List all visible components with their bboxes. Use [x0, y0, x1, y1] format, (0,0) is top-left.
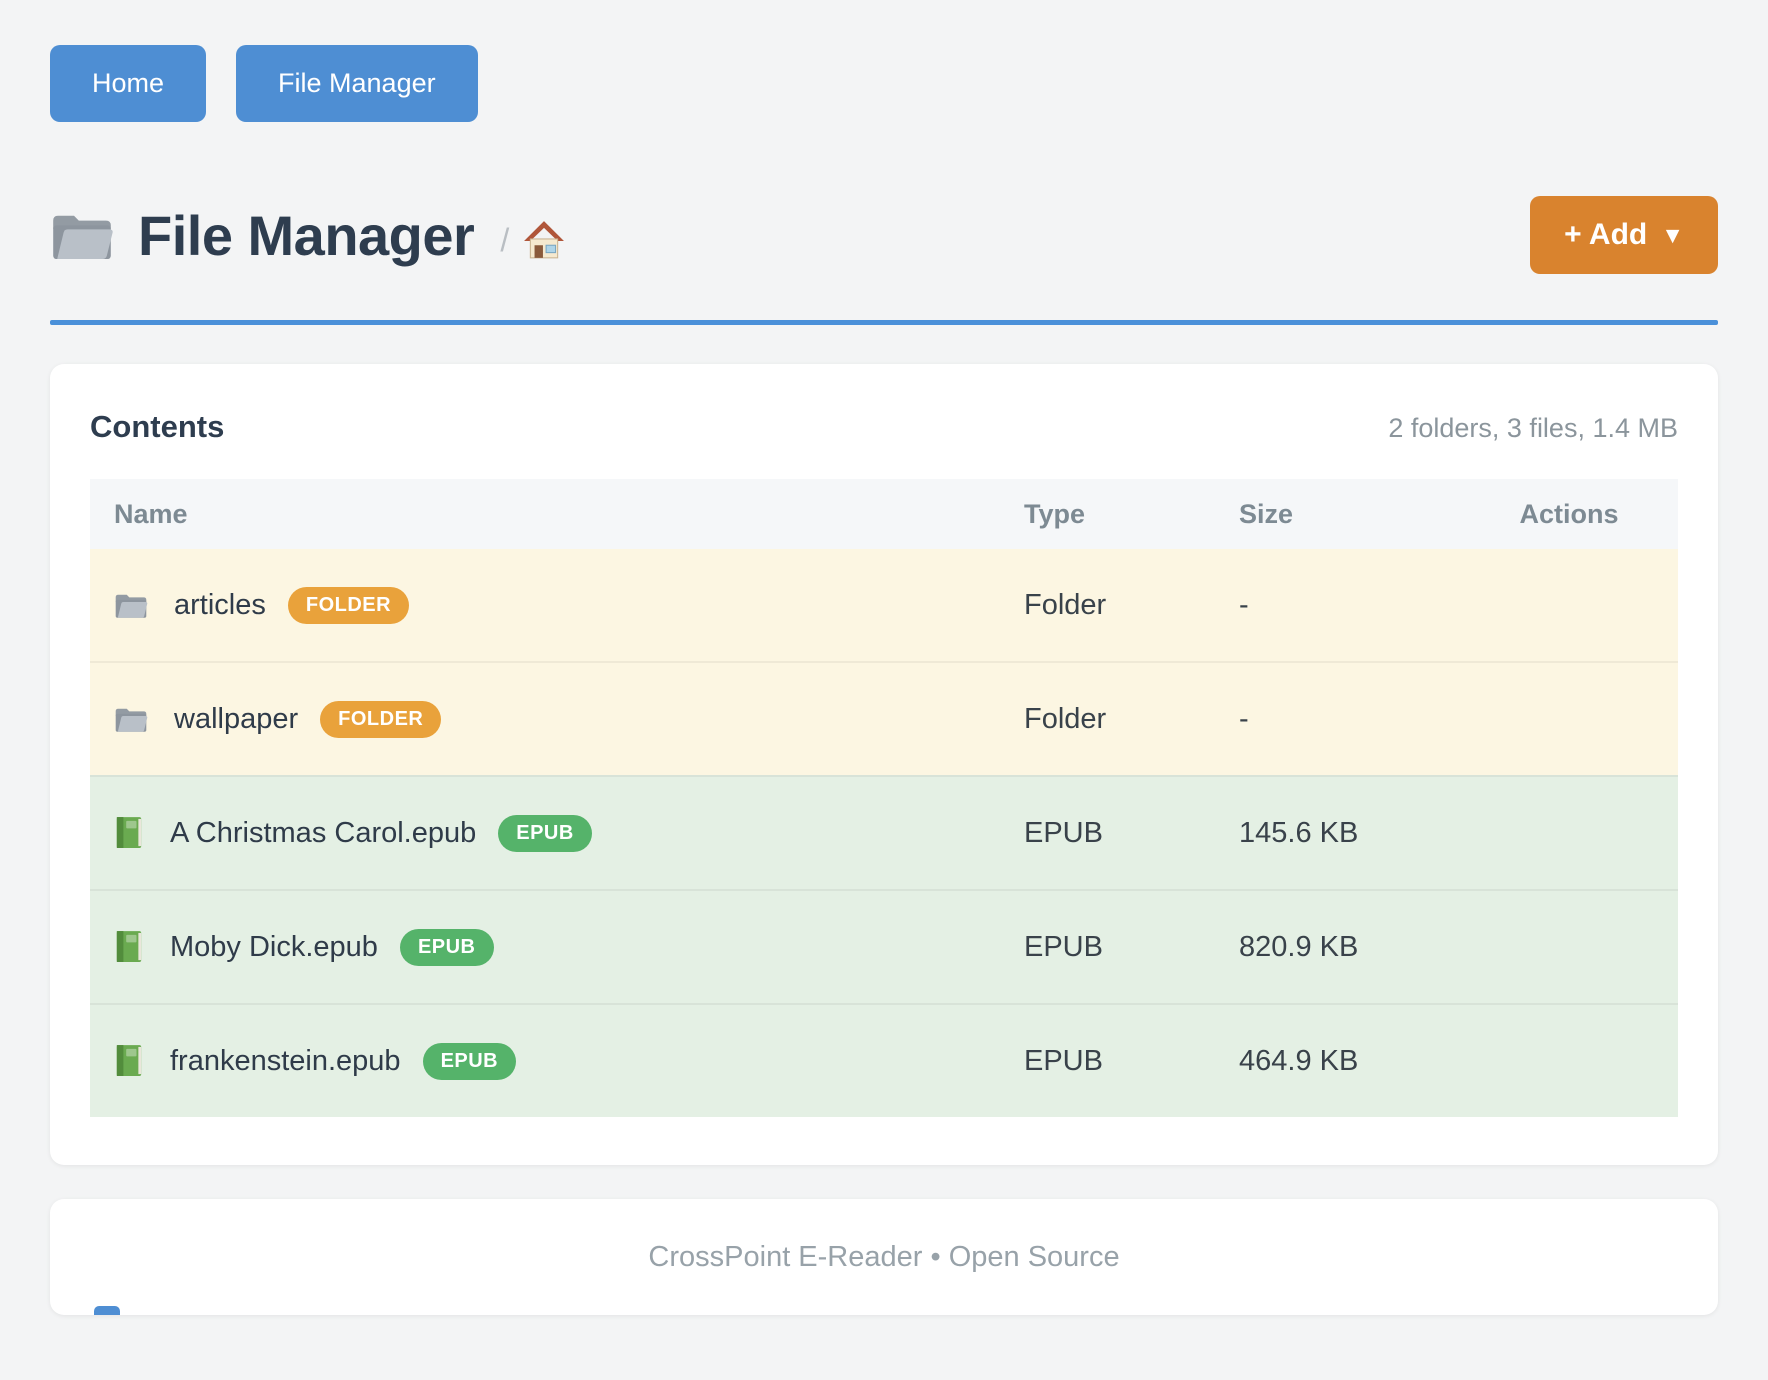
- folder-icon: [50, 207, 138, 263]
- name-cell: frankenstein.epub EPUB: [114, 1043, 1024, 1080]
- column-header-size: Size: [1239, 499, 1484, 530]
- folder-icon: [114, 704, 174, 734]
- file-name[interactable]: articles: [174, 589, 266, 622]
- footer-text: CrossPoint E-Reader • Open Source: [648, 1241, 1119, 1274]
- folder-icon: [114, 590, 174, 620]
- contents-card-header: Contents 2 folders, 3 files, 1.4 MB: [90, 409, 1678, 449]
- name-cell: Moby Dick.epub EPUB: [114, 929, 1024, 966]
- table-row[interactable]: Moby Dick.epub EPUB EPUB 820.9 KB: [90, 889, 1678, 1003]
- top-nav: Home File Manager: [50, 0, 1718, 122]
- size-cell: 145.6 KB: [1239, 817, 1484, 850]
- column-header-type: Type: [1024, 499, 1239, 530]
- add-button-label: + Add: [1564, 218, 1647, 252]
- size-cell: 820.9 KB: [1239, 931, 1484, 964]
- book-icon: [114, 930, 170, 964]
- name-cell: A Christmas Carol.epub EPUB: [114, 815, 1024, 852]
- type-badge: EPUB: [498, 815, 592, 852]
- actions-cell: [1484, 1045, 1654, 1078]
- table-row[interactable]: wallpaper FOLDER Folder -: [90, 661, 1678, 775]
- size-cell: -: [1239, 589, 1484, 622]
- column-header-name: Name: [114, 499, 1024, 530]
- type-badge: EPUB: [423, 1043, 517, 1080]
- actions-cell: [1484, 931, 1654, 964]
- column-header-actions: Actions: [1484, 499, 1654, 530]
- name-cell: articles FOLDER: [114, 587, 1024, 624]
- contents-card: Contents 2 folders, 3 files, 1.4 MB Name…: [50, 364, 1718, 1165]
- delete-button[interactable]: [1565, 952, 1573, 960]
- nav-home-button[interactable]: Home: [50, 45, 206, 122]
- actions-cell: [1484, 817, 1654, 850]
- home-breadcrumb-icon[interactable]: [523, 209, 565, 261]
- type-badge: FOLDER: [288, 587, 409, 624]
- table-row[interactable]: A Christmas Carol.epub EPUB EPUB 145.6 K…: [90, 775, 1678, 889]
- delete-button[interactable]: [1565, 610, 1573, 618]
- actions-cell: [1484, 703, 1654, 736]
- partial-button[interactable]: [94, 1306, 120, 1315]
- contents-summary: 2 folders, 3 files, 1.4 MB: [1388, 413, 1678, 444]
- file-name[interactable]: A Christmas Carol.epub: [170, 817, 476, 850]
- type-badge: FOLDER: [320, 701, 441, 738]
- file-name[interactable]: frankenstein.epub: [170, 1045, 401, 1078]
- book-icon: [114, 816, 170, 850]
- book-icon: [114, 1044, 170, 1078]
- size-cell: -: [1239, 703, 1484, 736]
- delete-button[interactable]: [1565, 724, 1573, 732]
- delete-button[interactable]: [1565, 838, 1573, 846]
- page: Home File Manager File Manager / + Add ▼: [0, 0, 1768, 1315]
- title-group: File Manager /: [50, 203, 565, 268]
- chevron-down-icon: ▼: [1661, 222, 1684, 249]
- type-cell: EPUB: [1024, 1045, 1239, 1078]
- page-header: File Manager / + Add ▼: [50, 196, 1718, 274]
- table-row[interactable]: articles FOLDER Folder -: [90, 549, 1678, 661]
- type-cell: Folder: [1024, 589, 1239, 622]
- footer: CrossPoint E-Reader • Open Source: [50, 1199, 1718, 1315]
- header-divider: [50, 320, 1718, 325]
- type-badge: EPUB: [400, 929, 494, 966]
- table-body: articles FOLDER Folder - wallpaper FOLDE…: [90, 549, 1678, 1117]
- type-cell: Folder: [1024, 703, 1239, 736]
- delete-button[interactable]: [1565, 1066, 1573, 1074]
- type-cell: EPUB: [1024, 817, 1239, 850]
- size-cell: 464.9 KB: [1239, 1045, 1484, 1078]
- add-button[interactable]: + Add ▼: [1530, 196, 1718, 274]
- nav-file-manager-button[interactable]: File Manager: [236, 45, 478, 122]
- name-cell: wallpaper FOLDER: [114, 701, 1024, 738]
- breadcrumb-separator: /: [500, 222, 509, 259]
- table-header-row: Name Type Size Actions: [90, 479, 1678, 549]
- page-title: File Manager: [138, 203, 474, 268]
- file-name[interactable]: wallpaper: [174, 703, 298, 736]
- file-name[interactable]: Moby Dick.epub: [170, 931, 378, 964]
- table-row[interactable]: frankenstein.epub EPUB EPUB 464.9 KB: [90, 1003, 1678, 1117]
- type-cell: EPUB: [1024, 931, 1239, 964]
- contents-heading: Contents: [90, 409, 224, 445]
- actions-cell: [1484, 589, 1654, 622]
- file-table: Name Type Size Actions articles FOLDER F…: [90, 479, 1678, 1117]
